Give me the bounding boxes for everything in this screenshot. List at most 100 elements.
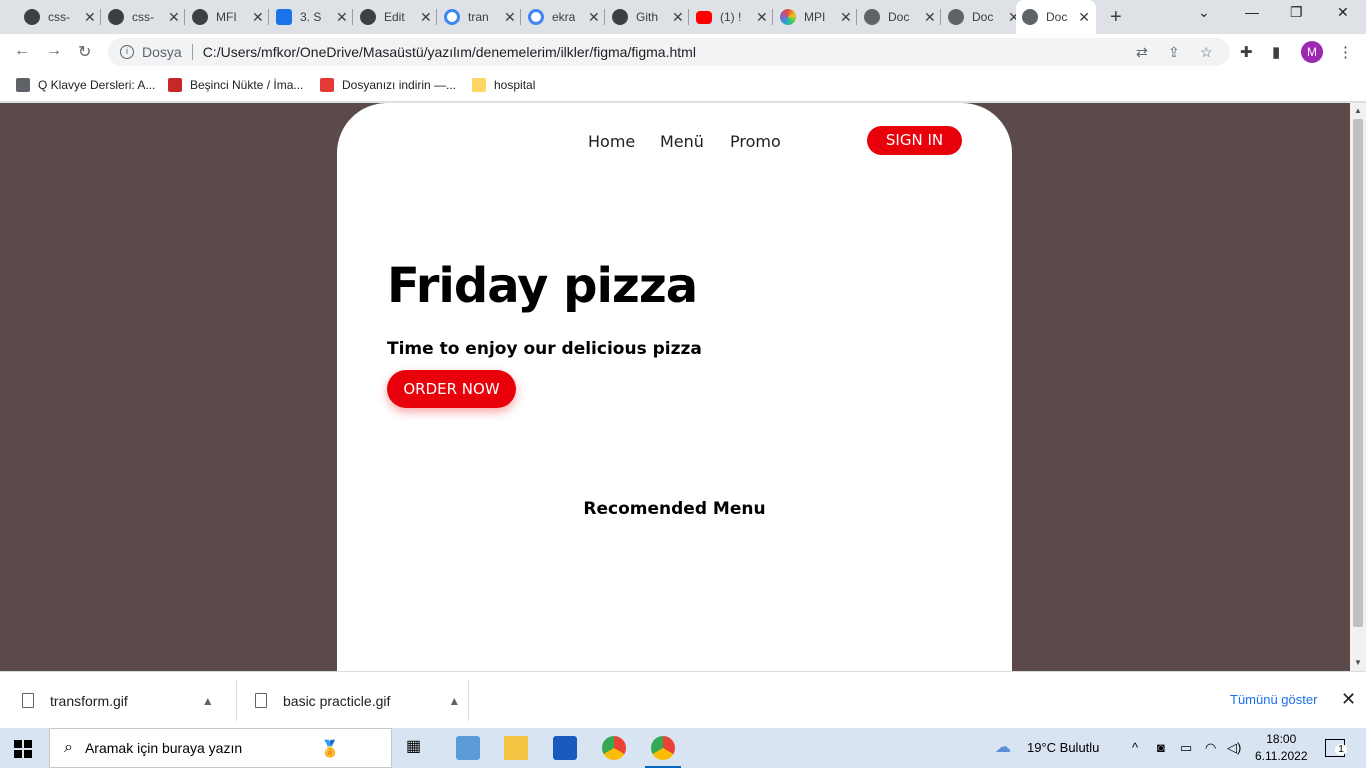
extensions-icon[interactable]: ✚: [1240, 43, 1253, 61]
browser-tab[interactable]: Doc ✕: [942, 4, 1026, 30]
close-tab-icon[interactable]: ✕: [168, 9, 180, 26]
forward-icon[interactable]: →: [46, 42, 62, 60]
scroll-thumb[interactable]: [1353, 119, 1363, 627]
browser-tab[interactable]: css- ✕: [18, 4, 102, 30]
bookmark-star-icon[interactable]: ☆: [1200, 44, 1213, 61]
close-tab-icon[interactable]: ✕: [420, 9, 432, 26]
close-tab-icon[interactable]: ✕: [504, 9, 516, 26]
side-panel-icon[interactable]: ▮: [1272, 43, 1280, 61]
cloud-icon[interactable]: ☁: [995, 737, 1011, 757]
close-tab-icon[interactable]: ✕: [756, 9, 768, 26]
browser-tab[interactable]: MFI ✕: [186, 4, 270, 30]
word-icon[interactable]: [553, 736, 577, 760]
page-card: Home Menü Promo SIGN IN Friday pizza Tim…: [337, 103, 1012, 671]
nav-menu-link[interactable]: Menü: [660, 132, 704, 151]
order-now-button[interactable]: ORDER NOW: [387, 370, 516, 408]
scroll-up-icon[interactable]: ▲: [1354, 106, 1362, 115]
browser-tab[interactable]: 3. S ✕: [270, 4, 354, 30]
tab-title: MFI: [216, 10, 237, 24]
close-tab-icon[interactable]: ✕: [588, 9, 600, 26]
scroll-down-icon[interactable]: ▼: [1354, 658, 1362, 667]
close-tab-icon[interactable]: ✕: [924, 9, 936, 26]
back-icon[interactable]: ←: [14, 42, 30, 60]
browser-tab[interactable]: MPI ✕: [774, 4, 858, 30]
close-tab-icon[interactable]: ✕: [840, 9, 852, 26]
weather-text[interactable]: 19°C Bulutlu: [1027, 740, 1099, 755]
clock[interactable]: 18:00 6.11.2022: [1255, 731, 1308, 765]
url-text[interactable]: C:/Users/mfkor/OneDrive/Masaüstü/yazılım…: [203, 44, 696, 60]
tab-divider: [268, 9, 269, 25]
chevron-up-icon[interactable]: ▲: [448, 694, 460, 708]
download-filename: basic practicle.gif: [283, 692, 391, 709]
menu-icon[interactable]: ⋮: [1338, 43, 1353, 61]
classroom-icon: [276, 9, 292, 25]
downloads-bar: transform.gif ▲ basic practicle.gif ▲ Tü…: [0, 671, 1366, 728]
page-scrollbar[interactable]: ▲ ▼: [1350, 103, 1366, 671]
sign-in-button[interactable]: SIGN IN: [867, 126, 962, 155]
address-bar[interactable]: i Dosya C:/Users/mfkor/OneDrive/Masaüstü…: [108, 38, 1230, 66]
nav-home-link[interactable]: Home: [588, 132, 635, 151]
browser-tab[interactable]: Gith ✕: [606, 4, 690, 30]
chrome-icon[interactable]: [602, 736, 626, 760]
browser-tab[interactable]: (1) ! ✕: [690, 4, 774, 30]
profile-avatar[interactable]: M: [1301, 41, 1323, 63]
bookmark-icon: [168, 78, 182, 92]
omnibox-divider: [191, 44, 193, 60]
desktop-app-icon[interactable]: [456, 736, 480, 760]
bookmark-item[interactable]: Q Klavye Dersleri: A...: [16, 78, 155, 92]
chevron-up-icon[interactable]: ▲: [202, 694, 214, 708]
windows-start-icon[interactable]: [14, 740, 32, 758]
browser-tab[interactable]: tran ✕: [438, 4, 522, 30]
translate-icon[interactable]: ⇄: [1136, 44, 1148, 61]
meet-icon[interactable]: ◙: [1157, 740, 1165, 755]
close-window-button[interactable]: ✕: [1337, 4, 1349, 21]
chrome-profile-icon[interactable]: [645, 736, 681, 768]
close-tab-icon[interactable]: ✕: [1078, 9, 1090, 26]
bookmark-item[interactable]: Beşinci Nükte / İma...: [168, 78, 303, 92]
recommended-menu-title: Recomended Menu: [583, 499, 766, 519]
bookmarks-bar: Q Klavye Dersleri: A... Beşinci Nükte / İ…: [0, 70, 1366, 102]
bookmark-label: Beşinci Nükte / İma...: [190, 78, 304, 92]
browser-tab[interactable]: Edit ✕: [354, 4, 438, 30]
bookmark-label: hospital: [494, 78, 536, 92]
taskbar-search[interactable]: ⌕ Aramak için buraya yazın 🏅: [49, 728, 392, 768]
search-highlight-icon[interactable]: 🏅: [320, 739, 340, 759]
close-tab-icon[interactable]: ✕: [252, 9, 264, 26]
github-icon: [24, 9, 40, 25]
bookmark-item[interactable]: hospital: [472, 78, 535, 92]
new-tab-button[interactable]: +: [1110, 6, 1122, 29]
reload-icon[interactable]: ↻: [78, 42, 91, 62]
share-icon[interactable]: ⇪: [1168, 44, 1180, 61]
show-all-downloads-link[interactable]: Tümünü göster: [1230, 692, 1317, 707]
wifi-icon[interactable]: ◠: [1205, 740, 1216, 756]
tab-divider: [436, 9, 437, 25]
chevron-up-icon[interactable]: ^: [1132, 740, 1138, 755]
close-tab-icon[interactable]: ✕: [336, 9, 348, 26]
battery-icon[interactable]: ▭: [1180, 740, 1192, 756]
tab-title: Doc: [972, 10, 994, 24]
restore-button[interactable]: ❐: [1290, 4, 1303, 21]
browser-tab[interactable]: ekra ✕: [522, 4, 606, 30]
bookmark-item[interactable]: Dosyanızı indirin —...: [320, 78, 456, 92]
tab-divider: [520, 9, 521, 25]
browser-toolbar: ← → ↻ i Dosya C:/Users/mfkor/OneDrive/Ma…: [0, 34, 1366, 70]
browser-tab[interactable]: Doc ✕: [1016, 0, 1096, 34]
download-item[interactable]: transform.gif ▲: [22, 672, 214, 729]
minimize-button[interactable]: —: [1245, 4, 1259, 20]
download-item[interactable]: basic practicle.gif ▲: [255, 672, 460, 729]
close-downloads-icon[interactable]: ✕: [1341, 689, 1356, 710]
nav-promo-link[interactable]: Promo: [730, 132, 781, 151]
github-icon: [360, 9, 376, 25]
tab-title: 3. S: [300, 10, 322, 24]
file-explorer-icon[interactable]: [504, 736, 528, 760]
browser-tab[interactable]: Doc ✕: [858, 4, 942, 30]
tab-search-icon[interactable]: ⌄: [1198, 4, 1210, 21]
close-tab-icon[interactable]: ✕: [84, 9, 96, 26]
browser-tab[interactable]: css- ✕: [102, 4, 186, 30]
volume-icon[interactable]: ◁): [1227, 740, 1241, 756]
info-icon[interactable]: i: [120, 45, 134, 59]
youtube-icon: [696, 10, 712, 24]
task-view-icon[interactable]: ▦: [406, 736, 430, 760]
notification-icon[interactable]: 1: [1325, 739, 1347, 757]
close-tab-icon[interactable]: ✕: [672, 9, 684, 26]
